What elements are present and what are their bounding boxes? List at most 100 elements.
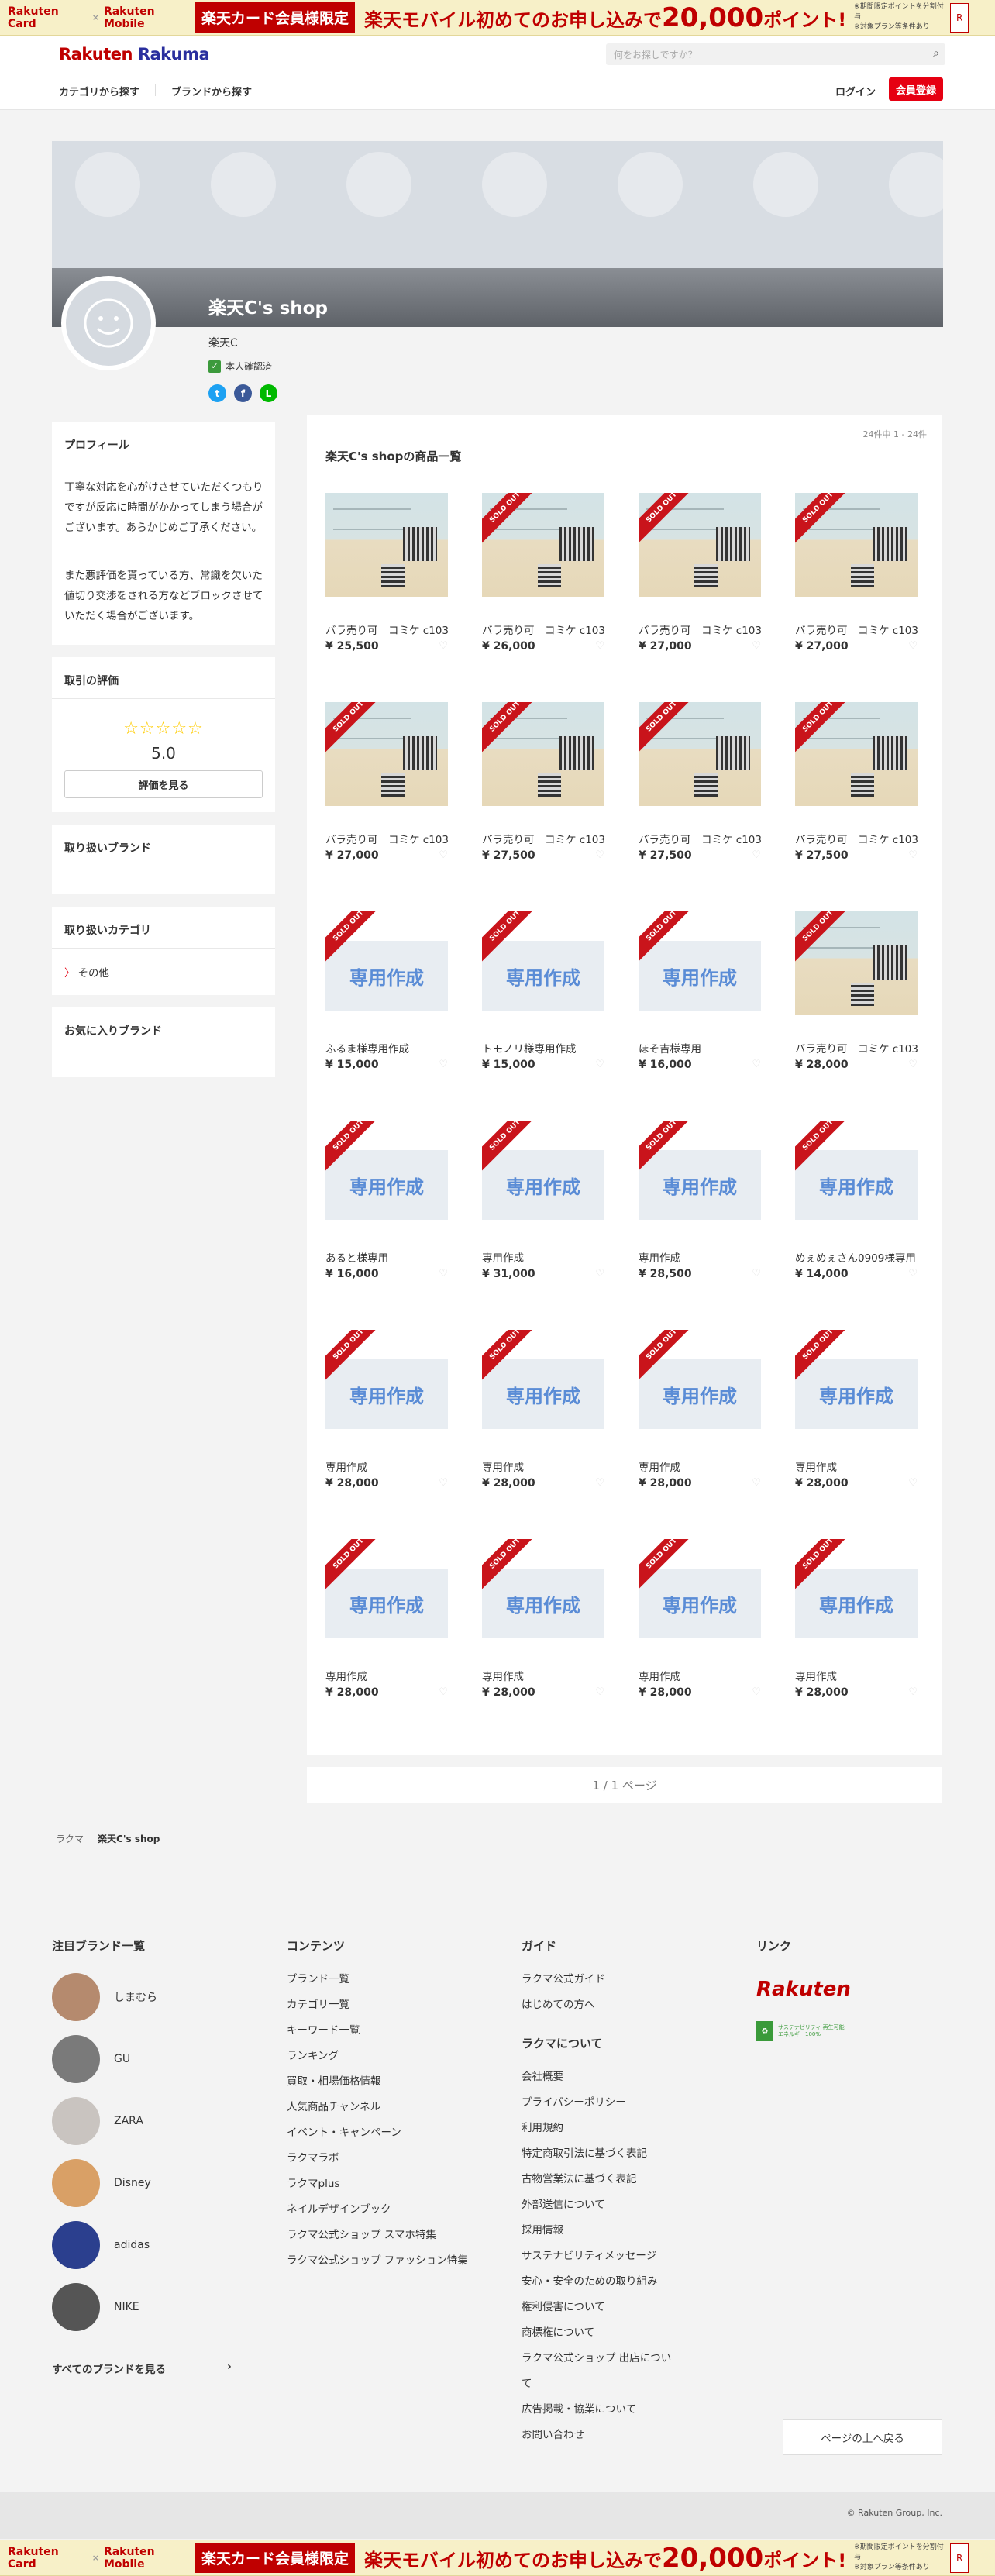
heart-icon[interactable]: ♡ [595,640,604,652]
footer-link[interactable]: お問い合わせ [522,2423,677,2448]
item-card[interactable]: 専用作成 SOLD OUT 専用作成 ¥ 28,000 ♡ [795,1319,919,1497]
heart-icon[interactable]: ♡ [595,849,604,861]
footer-link[interactable]: ランキング [287,2044,480,2069]
heart-icon[interactable]: ♡ [908,1477,918,1489]
heart-icon[interactable]: ♡ [752,1268,761,1279]
bottom-ad-banner[interactable]: Rakuten Card × Rakuten Mobile 楽天カード会員様限定… [0,2540,995,2576]
item-card[interactable]: バラ売り可 コミケ c103 ¥ 25,500 ♡ [325,482,449,660]
footer-link[interactable]: イベント・キャンペーン [287,2120,480,2146]
heart-icon[interactable]: ♡ [439,1268,448,1279]
footer-link[interactable]: はじめての方へ [522,1992,605,2018]
footer-link[interactable]: カテゴリ一覧 [287,1992,480,2018]
heart-icon[interactable]: ♡ [439,1686,448,1698]
footer-link[interactable]: ラクマラボ [287,2146,480,2171]
footer-link[interactable]: 買取・相場価格情報 [287,2069,480,2095]
heart-icon[interactable]: ♡ [595,1268,604,1279]
item-card[interactable]: 専用作成 SOLD OUT 専用作成 ¥ 28,000 ♡ [482,1319,606,1497]
nav-brand[interactable]: ブランドから探す [171,84,252,98]
heart-icon[interactable]: ♡ [595,1477,604,1489]
heart-icon[interactable]: ♡ [752,1059,761,1070]
heart-icon[interactable]: ♡ [908,1268,918,1279]
item-card[interactable]: 専用作成 SOLD OUT 専用作成 ¥ 28,000 ♡ [639,1319,763,1497]
footer-link[interactable]: 古物営業法に基づく表記 [522,2167,677,2192]
line-icon[interactable]: L [260,384,277,402]
item-card[interactable]: 専用作成 SOLD OUT めぇめぇさん0909様専用 ¥ 14,000 ♡ [795,1110,919,1288]
footer-link[interactable]: ラクマ公式ショップ スマホ特集 [287,2223,480,2248]
footer-brand-item[interactable]: Disney [52,2159,151,2207]
footer-link[interactable]: 利用規約 [522,2116,677,2141]
heart-icon[interactable]: ♡ [752,640,761,652]
banner-cta-icon[interactable]: R [950,2543,969,2573]
category-item-other[interactable]: 〉その他 [64,964,109,980]
item-card[interactable]: SOLD OUT バラ売り可 コミケ c103 ¥ 27,000 ♡ [795,482,919,660]
footer-link[interactable]: 人気商品チャンネル [287,2095,480,2120]
heart-icon[interactable]: ♡ [908,640,918,652]
signup-button[interactable]: 会員登録 [889,77,943,101]
footer-link[interactable]: サステナビリティメッセージ [522,2244,677,2269]
item-card[interactable]: SOLD OUT バラ売り可 コミケ c103 ¥ 28,000 ♡ [795,901,919,1079]
footer-link[interactable]: キーワード一覧 [287,2018,480,2044]
item-card[interactable]: SOLD OUT バラ売り可 コミケ c103 ¥ 26,000 ♡ [482,482,606,660]
heart-icon[interactable]: ♡ [908,1059,918,1070]
heart-icon[interactable]: ♡ [595,1059,604,1070]
item-card[interactable]: 専用作成 SOLD OUT 専用作成 ¥ 28,000 ♡ [482,1528,606,1706]
footer-link[interactable]: ラクマ公式ガイド [522,1967,605,1992]
footer-link[interactable]: 権利侵害について [522,2295,677,2320]
item-card[interactable]: SOLD OUT バラ売り可 コミケ c103 ¥ 27,000 ♡ [639,482,763,660]
heart-icon[interactable]: ♡ [439,640,448,652]
heart-icon[interactable]: ♡ [439,1477,448,1489]
heart-icon[interactable]: ♡ [752,849,761,861]
item-card[interactable]: SOLD OUT バラ売り可 コミケ c103 ¥ 27,500 ♡ [482,691,606,870]
twitter-icon[interactable]: t [208,384,226,402]
rakuten-logo[interactable]: Rakuten [756,1978,851,2001]
footer-link[interactable]: 外部送信について [522,2192,677,2218]
heart-icon[interactable]: ♡ [908,849,918,861]
heart-icon[interactable]: ♡ [439,1059,448,1070]
item-card[interactable]: 専用作成 SOLD OUT 専用作成 ¥ 28,500 ♡ [639,1110,763,1288]
footer-link[interactable]: 安心・安全のための取り組み [522,2269,677,2295]
item-card[interactable]: SOLD OUT バラ売り可 コミケ c103 ¥ 27,000 ♡ [325,691,449,870]
item-card[interactable]: 専用作成 SOLD OUT 専用作成 ¥ 28,000 ♡ [325,1319,449,1497]
back-to-top-button[interactable]: ページの上へ戻る [783,2419,942,2455]
item-card[interactable]: SOLD OUT バラ売り可 コミケ c103 ¥ 27,500 ♡ [795,691,919,870]
footer-link[interactable]: 採用情報 [522,2218,677,2244]
item-card[interactable]: 専用作成 SOLD OUT あると様専用 ¥ 16,000 ♡ [325,1110,449,1288]
top-ad-banner[interactable]: Rakuten Card × Rakuten Mobile 楽天カード会員様限定… [0,0,995,36]
footer-brand-item[interactable]: GU [52,2035,130,2083]
footer-link[interactable]: ラクマplus [287,2171,480,2197]
item-card[interactable]: 専用作成 SOLD OUT トモノリ様専用作成 ¥ 15,000 ♡ [482,901,606,1079]
footer-link[interactable]: ネイルデザインブック [287,2197,480,2223]
item-card[interactable]: 専用作成 SOLD OUT 専用作成 ¥ 28,000 ♡ [795,1528,919,1706]
login-link[interactable]: ログイン [835,84,876,98]
footer-brand-item[interactable]: NIKE [52,2283,139,2331]
search-input[interactable]: 何をお探しですか？ ⌕ [606,43,945,65]
item-card[interactable]: 専用作成 SOLD OUT ほそ吉様専用 ¥ 16,000 ♡ [639,901,763,1079]
item-card[interactable]: 専用作成 SOLD OUT 専用作成 ¥ 28,000 ♡ [639,1528,763,1706]
footer-link[interactable]: 商標権について [522,2320,677,2346]
footer-link[interactable]: 広告掲載・協業について [522,2397,677,2423]
item-card[interactable]: SOLD OUT バラ売り可 コミケ c103 ¥ 27,500 ♡ [639,691,763,870]
search-icon[interactable]: ⌕ [933,47,939,60]
heart-icon[interactable]: ♡ [908,1686,918,1698]
footer-link[interactable]: ラクマ公式ショップ ファッション特集 [287,2248,480,2274]
heart-icon[interactable]: ♡ [752,1477,761,1489]
nav-category[interactable]: カテゴリから探す [59,84,139,98]
footer-brand-item[interactable]: しまむら [52,1973,157,2021]
footer-brand-item[interactable]: ZARA [52,2097,143,2145]
banner-cta-icon[interactable]: R [950,2,969,33]
heart-icon[interactable]: ♡ [752,1686,761,1698]
footer-link[interactable]: プライバシーポリシー [522,2090,677,2116]
all-brands-link[interactable]: すべてのブランドを見る › [52,2361,232,2376]
footer-link[interactable]: 会社概要 [522,2065,677,2090]
item-card[interactable]: 専用作成 SOLD OUT 専用作成 ¥ 28,000 ♡ [325,1528,449,1706]
heart-icon[interactable]: ♡ [439,849,448,861]
item-card[interactable]: 専用作成 SOLD OUT 専用作成 ¥ 31,000 ♡ [482,1110,606,1288]
footer-brand-item[interactable]: adidas [52,2221,150,2269]
footer-link[interactable]: ラクマ公式ショップ 出店について [522,2346,677,2397]
sdgs-badge[interactable]: ♻ サステナビリティ 再生可能エネルギー100% [756,2021,848,2041]
footer-link[interactable]: 特定商取引法に基づく表記 [522,2141,677,2167]
footer-link[interactable]: ブランド一覧 [287,1967,480,1992]
heart-icon[interactable]: ♡ [595,1686,604,1698]
facebook-icon[interactable]: f [234,384,252,402]
breadcrumb-root[interactable]: ラクマ [56,1832,84,1845]
